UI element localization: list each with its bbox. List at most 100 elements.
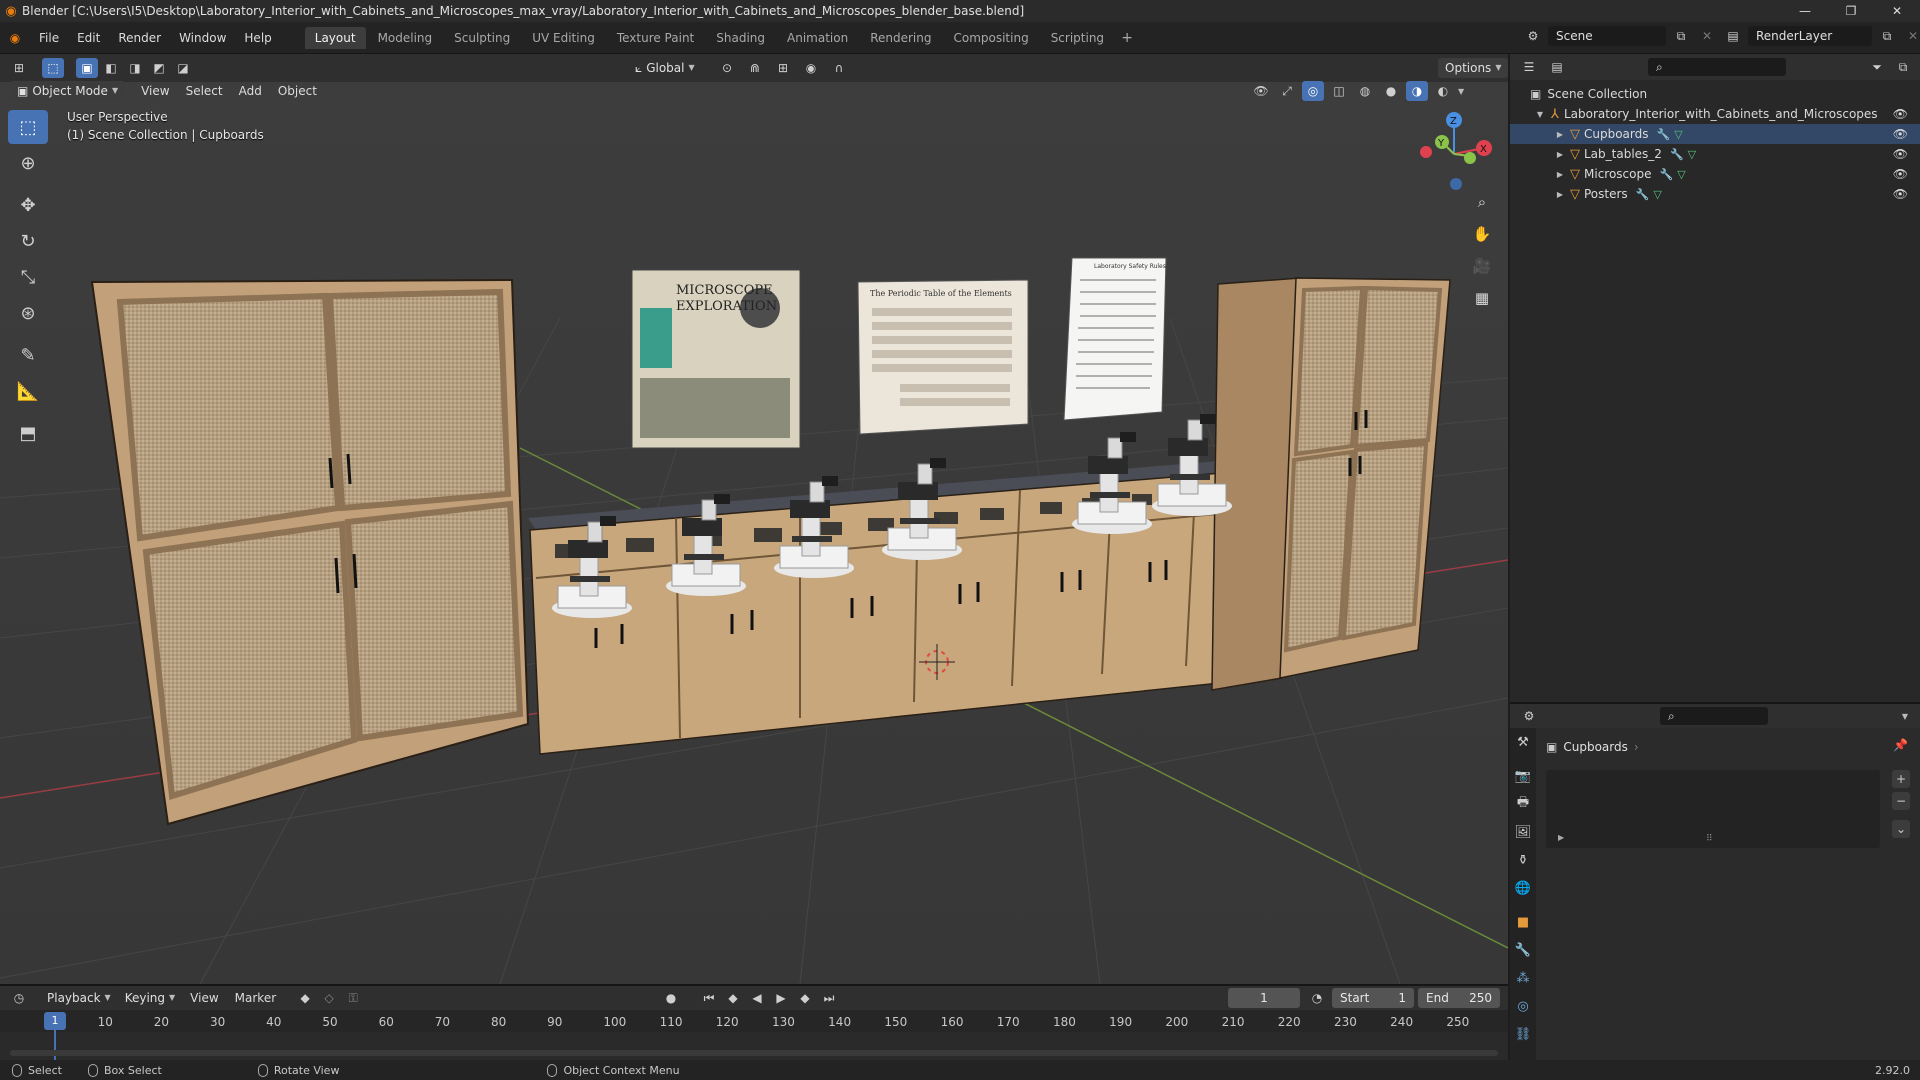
view-layer-tab-icon[interactable]: 🖼 (1510, 818, 1536, 846)
visibility-eye-icon[interactable]: 👁 (1893, 167, 1908, 181)
start-frame-field[interactable]: Start 1 (1332, 988, 1414, 1008)
solid-shading-icon[interactable]: ● (1380, 81, 1402, 101)
play-reverse-icon[interactable]: ◀ (746, 988, 768, 1008)
render-tab-icon[interactable]: 📷 (1510, 762, 1536, 790)
playhead[interactable]: 1 (44, 1012, 66, 1030)
end-frame-field[interactable]: End 250 (1418, 988, 1500, 1008)
shading-chevron-icon[interactable]: ▼ (1458, 87, 1464, 96)
visibility-eye-icon[interactable]: 👁 (1893, 147, 1908, 161)
pan-hand-icon[interactable]: ✋ (1468, 220, 1496, 248)
3d-viewport[interactable]: MICROSCOPE EXPLORATION The Periodic Tabl… (0, 78, 1508, 984)
outliner-editor-type-icon[interactable]: ☰ (1518, 57, 1540, 77)
display-mode-icon[interactable]: ▤ (1546, 57, 1568, 77)
material-shading-icon[interactable]: ◑ (1406, 81, 1428, 101)
minimize-icon[interactable]: — (1782, 0, 1828, 22)
rendered-shading-icon[interactable]: ◐ (1432, 81, 1454, 101)
snap-magnet-icon[interactable]: ⋒ (744, 58, 766, 78)
next-keyframe-icon[interactable]: ◆ (794, 988, 816, 1008)
select-box-icon[interactable]: ⬚ (8, 110, 48, 144)
resize-grip-icon[interactable]: ⠿ (1706, 834, 1713, 844)
camera-view-icon[interactable]: 🎥 (1468, 252, 1496, 280)
add-slot-icon[interactable]: + (1892, 770, 1910, 788)
outliner-lab-collection[interactable]: ▼ ⅄ Laboratory_Interior_with_Cabinets_an… (1510, 104, 1920, 124)
chevron-down-icon[interactable]: ▼ (1902, 712, 1908, 721)
tab-animation[interactable]: Animation (777, 27, 858, 49)
menu-file[interactable]: File (30, 26, 68, 50)
expand-right-icon[interactable]: ▶ (1554, 150, 1566, 159)
view-layer-name-field[interactable]: RenderLayer (1748, 26, 1872, 46)
tab-texture-paint[interactable]: Texture Paint (607, 27, 704, 49)
tab-rendering[interactable]: Rendering (860, 27, 941, 49)
close-icon[interactable]: ✕ (1874, 0, 1920, 22)
tab-shading[interactable]: Shading (706, 27, 775, 49)
prev-keyframe-icon[interactable]: ◆ (722, 988, 744, 1008)
tab-modeling[interactable]: Modeling (368, 27, 443, 49)
rotate-icon[interactable]: ↻ (8, 224, 48, 258)
xray-icon[interactable]: ◫ (1328, 81, 1350, 101)
annotate-icon[interactable]: ✎ (8, 338, 48, 372)
tab-layout[interactable]: Layout (304, 26, 366, 49)
pivot-icon[interactable]: ⊙ (716, 58, 738, 78)
filter-icon[interactable]: ⏷ (1866, 57, 1888, 77)
select-intersect-icon[interactable]: ◪ (172, 58, 194, 78)
menu-add[interactable]: Add (231, 84, 270, 98)
scene-tab-icon[interactable]: ⚱ (1510, 846, 1536, 874)
menu-edit[interactable]: Edit (68, 26, 109, 50)
proportional-edit-icon[interactable]: ◉ (800, 58, 822, 78)
add-cube-icon[interactable]: ⬒ (8, 416, 48, 450)
measure-icon[interactable]: 📐 (8, 374, 48, 408)
timeline-view-menu[interactable]: View (182, 991, 226, 1005)
playback-menu[interactable]: Playback ▼ (40, 988, 118, 1008)
expand-down-icon[interactable]: ▼ (1534, 110, 1546, 119)
remove-slot-icon[interactable]: − (1892, 792, 1910, 810)
transform-orientation-dropdown[interactable]: ⟀ Global ▼ (628, 58, 702, 78)
menu-view[interactable]: View (133, 84, 177, 98)
overlay-icon[interactable]: ◎ (1302, 81, 1324, 101)
blender-menu-icon[interactable]: ◉ (0, 28, 30, 48)
select-tool-icon[interactable]: ⬚ (42, 58, 64, 78)
gizmo-toggle-icon[interactable]: ⤢ (1276, 81, 1298, 101)
menu-window[interactable]: Window (170, 26, 235, 50)
tab-compositing[interactable]: Compositing (943, 27, 1038, 49)
material-slot-list[interactable]: ▶ ⠿ (1546, 770, 1880, 848)
output-tab-icon[interactable]: 🖶 (1510, 790, 1536, 818)
menu-object[interactable]: Object (270, 84, 325, 98)
keyframe-icon[interactable]: ◆ (294, 988, 316, 1008)
modifier-tab-icon[interactable]: 🔧 (1510, 936, 1536, 964)
menu-help[interactable]: Help (235, 26, 280, 50)
current-frame-field[interactable]: 1 (1228, 988, 1300, 1008)
ortho-grid-icon[interactable]: ▦ (1468, 284, 1496, 312)
wireframe-shading-icon[interactable]: ◍ (1354, 81, 1376, 101)
tool-tab-icon[interactable]: ⚒ (1510, 728, 1536, 756)
expand-right-icon[interactable]: ▶ (1554, 170, 1566, 179)
particles-tab-icon[interactable]: ⁂ (1510, 964, 1536, 992)
outliner-item-microscope[interactable]: ▶ ▽ Microscope 🔧 ▽ 👁 (1510, 164, 1920, 184)
new-collection-icon[interactable]: ⧉ (1892, 57, 1914, 77)
outliner-item-lab-tables[interactable]: ▶ ▽ Lab_tables_2 🔧 ▽ 👁 (1510, 144, 1920, 164)
snap-target-icon[interactable]: ⊞ (772, 58, 794, 78)
timeline-scrollbar[interactable] (10, 1050, 1498, 1056)
options-dropdown[interactable]: Options ▼ (1438, 58, 1509, 78)
outliner-search-input[interactable]: ⌕ (1648, 58, 1786, 76)
jump-start-icon[interactable]: ⏮ (698, 988, 720, 1008)
move-icon[interactable]: ✥ (8, 188, 48, 222)
outliner-item-cupboards[interactable]: ▶ ▽ Cupboards 🔧 ▽ 👁 (1510, 124, 1920, 144)
visibility-eye-icon[interactable]: 👁 (1893, 187, 1908, 201)
zoom-icon[interactable]: ⌕ (1468, 188, 1496, 216)
object-mode-dropdown[interactable]: ▣ Object Mode ▼ (10, 81, 126, 101)
new-view-layer-icon[interactable]: ⧉ (1876, 26, 1898, 46)
select-new-icon[interactable]: ▣ (76, 58, 98, 78)
tab-scripting[interactable]: Scripting (1041, 27, 1114, 49)
slot-specials-icon[interactable]: ⌄ (1892, 820, 1910, 838)
expand-right-icon[interactable]: ▶ (1554, 190, 1566, 199)
frame-ruler[interactable]: 10 20 30 40 50 60 70 80 90 100 110 120 130 140 150 160 1… (0, 1010, 1508, 1032)
pin-icon[interactable]: 📌 (1893, 738, 1908, 752)
play-icon[interactable]: ▶ (770, 988, 792, 1008)
view-layer-icon[interactable]: ▤ (1722, 26, 1744, 46)
timeline-editor-type-icon[interactable]: ◷ (8, 988, 30, 1008)
clock-icon[interactable]: ◔ (1306, 988, 1328, 1008)
falloff-icon[interactable]: ∩ (828, 58, 850, 78)
keyframe-delete-icon[interactable]: ◇ (318, 988, 340, 1008)
delete-scene-icon[interactable]: ✕ (1696, 26, 1718, 46)
tab-sculpting[interactable]: Sculpting (444, 27, 520, 49)
